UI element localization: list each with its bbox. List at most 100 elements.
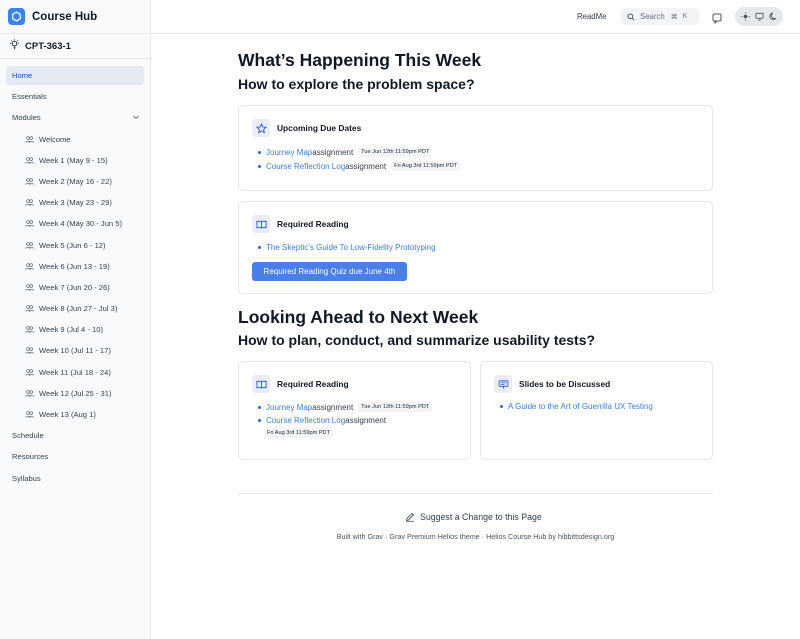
- course-selector[interactable]: CPT-363-1: [0, 34, 150, 59]
- users-icon: [25, 304, 34, 313]
- due-date-badge: Fri Aug 3rd 11:59pm PDT: [264, 428, 334, 438]
- sidebar-module-item[interactable]: Week 6 (Jun 13 - 19): [20, 257, 144, 276]
- suggest-change-label: Suggest a Change to this Page: [420, 512, 542, 522]
- due-date-badge: Tue Jun 12th 11:59pm PDT: [358, 147, 433, 157]
- users-icon: [25, 177, 34, 186]
- bullet: [258, 246, 261, 249]
- modules-submenu: Welcome Week 1 (May 9 - 15) Week 2 (May 16…: [6, 130, 144, 424]
- users-icon: [25, 135, 34, 144]
- list-item: Course Reflection Log assignment: [258, 416, 386, 425]
- search-icon: [627, 8, 635, 26]
- sidebar-module-item[interactable]: Week 12 (Jul 25 - 31): [20, 384, 144, 403]
- chevron-down-icon: [132, 113, 140, 123]
- sidebar-module-label: Week 1 (May 9 - 15): [39, 155, 108, 165]
- sidebar-module-item[interactable]: Week 8 (Jun 27 - Jul 3): [20, 299, 144, 318]
- sidebar-module-item[interactable]: Welcome: [20, 130, 144, 149]
- section-title-next-week: Looking Ahead to Next Week: [238, 307, 479, 327]
- book-icon: [252, 375, 270, 393]
- skeptics-guide-link[interactable]: The Skeptic’s Guide To Low-Fidelity Prot…: [266, 243, 436, 252]
- sidebar-module-label: Week 3 (May 23 - 29): [39, 198, 112, 208]
- users-icon: [25, 283, 34, 292]
- lightbulb-icon: [9, 37, 20, 55]
- course-hub-logo-icon: [8, 8, 25, 25]
- sidebar-module-item[interactable]: Week 13 (Aug 1): [20, 405, 144, 424]
- section-title-this-week: What’s Happening This Week: [238, 50, 482, 70]
- bullet: [258, 405, 261, 409]
- guerrilla-ux-guide-link[interactable]: A Guide to the Art of Guerrilla UX Testi…: [508, 402, 653, 411]
- section-subtitle-this-week: How to explore the problem space?: [238, 76, 475, 92]
- sidebar-module-item[interactable]: Week 7 (Jun 20 - 26): [20, 278, 144, 297]
- brand-name: Course Hub: [32, 10, 98, 23]
- list-item: Journey Map assignment Tue Jun 12th 11:5…: [258, 147, 433, 157]
- users-icon: [25, 389, 34, 398]
- star-icon: [252, 119, 270, 137]
- sidebar-module-item[interactable]: Week 10 (Jul 11 - 17): [20, 341, 144, 360]
- due-date-badge: Fri Aug 3rd 11:59pm PDT: [391, 161, 461, 171]
- upcoming-due-dates-card: Upcoming Due Dates Journey Map assignmen…: [238, 105, 713, 191]
- search-placeholder: Search: [640, 12, 665, 21]
- suggest-change-link[interactable]: Suggest a Change to this Page: [405, 512, 542, 522]
- journey-map-link[interactable]: Journey Map: [266, 148, 312, 157]
- sidebar-module-item[interactable]: Week 11 (Jul 18 - 24): [20, 363, 144, 382]
- divider: [238, 493, 713, 494]
- reading-quiz-button[interactable]: Required Reading Quiz due June 4th: [252, 262, 407, 281]
- journey-map-link[interactable]: Journey Map: [266, 403, 312, 412]
- sidebar-module-item[interactable]: Week 9 (Jul 4 - 10): [20, 320, 144, 339]
- bullet: [500, 405, 503, 408]
- sidebar-module-item[interactable]: Week 3 (May 23 - 29): [20, 193, 144, 212]
- sidebar: Course Hub CPT-363-1 Home Essentials Mod…: [0, 0, 151, 639]
- sidebar-item-home[interactable]: Home: [6, 66, 144, 85]
- sidebar-nav: Home Essentials Modules Welcome Week 1 (M…: [0, 59, 150, 488]
- card-title: Required Reading: [277, 379, 349, 389]
- list-item-text: assignment: [312, 402, 354, 412]
- sun-icon[interactable]: [740, 8, 750, 26]
- card-title: Required Reading: [277, 219, 349, 229]
- monitor-icon[interactable]: [754, 8, 764, 26]
- moon-icon[interactable]: [768, 8, 778, 26]
- sidebar-module-label: Week 9 (Jul 4 - 10): [39, 325, 104, 335]
- kbd-key: K: [682, 13, 688, 20]
- card-title: Upcoming Due Dates: [277, 123, 362, 133]
- readme-link[interactable]: ReadMe: [577, 12, 606, 21]
- course-code: CPT-363-1: [25, 40, 71, 52]
- sidebar-module-item[interactable]: Week 4 (May 30 - Jun 5): [20, 214, 144, 233]
- bullet: [258, 164, 261, 168]
- theme-switcher: [735, 7, 783, 26]
- sidebar-item-label: Modules: [12, 113, 41, 123]
- sidebar-item-syllabus[interactable]: Syllabus: [6, 469, 144, 488]
- sidebar-item-schedule[interactable]: Schedule: [6, 426, 144, 445]
- sidebar-module-label: Week 5 (Jun 6 - 12): [39, 240, 106, 250]
- next-week-reading-card: Required Reading Journey Map assignment …: [238, 361, 471, 460]
- speech-bubble-icon[interactable]: [712, 11, 722, 29]
- list-item: The Skeptic’s Guide To Low-Fidelity Prot…: [258, 243, 436, 252]
- bullet: [258, 150, 261, 154]
- sidebar-module-label: Week 7 (Jun 20 - 26): [39, 282, 110, 292]
- sidebar-module-item[interactable]: Week 2 (May 16 - 22): [20, 172, 144, 191]
- list-item-badge-row: Fri Aug 3rd 11:59pm PDT: [264, 428, 334, 438]
- course-reflection-log-link[interactable]: Course Reflection Log: [266, 416, 345, 425]
- sidebar-item-resources[interactable]: Resources: [6, 447, 144, 466]
- sidebar-item-modules[interactable]: Modules: [6, 108, 144, 127]
- due-date-badge: Tue Jun 12th 11:59pm PDT: [358, 402, 433, 412]
- sidebar-module-item[interactable]: Week 5 (Jun 6 - 12): [20, 236, 144, 255]
- list-item-text: assignment: [345, 161, 387, 171]
- sidebar-item-essentials[interactable]: Essentials: [6, 87, 144, 106]
- users-icon: [25, 325, 34, 334]
- slides-card: Slides to be Discussed A Guide to the Ar…: [480, 361, 713, 460]
- users-icon: [25, 156, 34, 165]
- list-item-text: assignment: [345, 416, 387, 425]
- sidebar-module-label: Week 12 (Jul 25 - 31): [39, 388, 112, 398]
- users-icon: [25, 241, 34, 250]
- sidebar-module-item[interactable]: Week 1 (May 9 - 15): [20, 151, 144, 170]
- search-box[interactable]: Search ⌘ K: [621, 8, 699, 25]
- users-icon: [25, 219, 34, 228]
- list-item: Journey Map assignment Tue Jun 12th 11:5…: [258, 402, 433, 412]
- brand[interactable]: Course Hub: [0, 0, 150, 34]
- list-item-text: assignment: [312, 147, 354, 157]
- section-subtitle-next-week: How to plan, conduct, and summarize usab…: [238, 332, 596, 348]
- main-content: What’s Happening This Week How to explor…: [151, 34, 800, 639]
- presentation-icon: [494, 375, 512, 393]
- book-icon: [252, 215, 270, 233]
- course-reflection-log-link[interactable]: Course Reflection Log: [266, 162, 345, 171]
- sidebar-module-label: Week 8 (Jun 27 - Jul 3): [39, 304, 118, 314]
